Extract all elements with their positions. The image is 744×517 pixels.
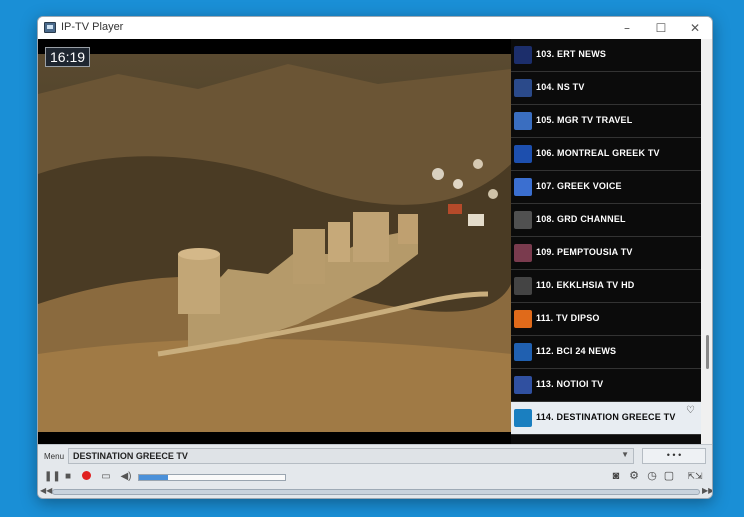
gear-icon[interactable]: ⚙ (627, 469, 641, 483)
channel-logo-icon (514, 376, 532, 394)
channel-list[interactable]: 103. ERT NEWS 104. NS TV 105. MGR TV TRA… (511, 39, 701, 444)
channel-label: 112. BCI 24 NEWS (536, 346, 617, 356)
channel-label: 106. MONTREAL GREEK TV (536, 148, 660, 158)
timer-icon[interactable]: ◷ (645, 469, 659, 483)
volume-slider[interactable] (138, 474, 286, 481)
title-bar[interactable]: IP-TV Player – ☐ ✕ (38, 17, 712, 39)
channel-logo-icon (514, 277, 532, 295)
video-player[interactable]: 16:19 (38, 39, 511, 444)
channel-item-selected[interactable]: 114. DESTINATION GREECE TV ♡ (511, 402, 701, 435)
channel-item[interactable]: 110. EKKLHSIA TV HD (511, 270, 701, 303)
volume-slider-fill (139, 475, 169, 480)
channel-item[interactable]: 103. ERT NEWS (511, 39, 701, 72)
channel-logo-icon (514, 409, 532, 427)
channel-item[interactable]: 113. NOTIOI TV (511, 369, 701, 402)
camera-icon[interactable]: ◙ (609, 469, 623, 483)
channel-item[interactable]: 104. NS TV (511, 72, 701, 105)
record-icon[interactable] (80, 471, 92, 483)
seek-bar[interactable] (52, 489, 700, 495)
channel-item[interactable]: 107. GREEK VOICE (511, 171, 701, 204)
channel-label: 103. ERT NEWS (536, 49, 607, 59)
channel-label: 110. EKKLHSIA TV HD (536, 280, 635, 290)
channel-item[interactable]: 105. MGR TV TRAVEL (511, 105, 701, 138)
pause-icon[interactable]: ❚❚ (44, 471, 61, 483)
channel-logo-icon (514, 310, 532, 328)
more-button[interactable]: • • • (642, 448, 706, 464)
channel-item[interactable]: 112. BCI 24 NEWS (511, 336, 701, 369)
channel-logo-icon (514, 46, 532, 64)
video-frame (38, 54, 511, 432)
seek-left-icon[interactable]: ◀◀ (40, 486, 52, 495)
close-button[interactable]: ✕ (678, 17, 712, 39)
channel-item[interactable]: 109. PEMPTOUSIA TV (511, 237, 701, 270)
channel-label: 111. TV DIPSO (536, 313, 600, 323)
selected-channel-value: DESTINATION GREECE TV (73, 451, 188, 461)
channel-item[interactable]: 111. TV DIPSO (511, 303, 701, 336)
chevron-down-icon: ▼ (621, 450, 629, 459)
menu-label[interactable]: Menu (44, 452, 64, 461)
channel-label: 113. NOTIOI TV (536, 379, 604, 389)
control-bar: Menu DESTINATION GREECE TV ▼ • • • ❚❚ ■ … (38, 444, 712, 498)
channel-logo-icon (514, 244, 532, 262)
scrollbar-thumb[interactable] (706, 335, 709, 369)
aspect-icon[interactable]: ▢ (662, 469, 676, 483)
seek-right-icon[interactable]: ▶▶ (702, 486, 712, 495)
window-title: IP-TV Player (61, 21, 124, 33)
favorite-heart-icon[interactable]: ♡ (686, 405, 695, 416)
channel-logo-icon (514, 343, 532, 361)
channel-label: 108. GRD CHANNEL (536, 214, 626, 224)
channel-label: 114. DESTINATION GREECE TV (536, 412, 676, 422)
clock-display: 16:19 (45, 47, 91, 67)
minimize-button[interactable]: – (610, 17, 644, 39)
channel-label: 104. NS TV (536, 82, 585, 92)
tv-app-icon (44, 22, 56, 33)
volume-icon[interactable]: ◀) (120, 471, 132, 483)
channel-dropdown[interactable]: DESTINATION GREECE TV ▼ (68, 448, 634, 464)
channel-logo-icon (514, 112, 532, 130)
stop-icon[interactable]: ■ (62, 471, 74, 483)
channel-label: 105. MGR TV TRAVEL (536, 115, 633, 125)
channel-logo-icon (514, 145, 532, 163)
channel-logo-icon (514, 178, 532, 196)
channel-logo-icon (514, 211, 532, 229)
app-window: IP-TV Player – ☐ ✕ 16:19 103. ERT NEWS 1… (37, 16, 713, 499)
channel-label: 107. GREEK VOICE (536, 181, 622, 191)
channel-label: 109. PEMPTOUSIA TV (536, 247, 633, 257)
open-folder-icon[interactable]: ▭ (100, 471, 112, 483)
fullscreen-icon[interactable]: ⇱⇲ (682, 469, 708, 483)
channel-logo-icon (514, 79, 532, 97)
channel-scrollbar[interactable] (701, 39, 712, 444)
channel-item[interactable]: 106. MONTREAL GREEK TV (511, 138, 701, 171)
maximize-button[interactable]: ☐ (644, 17, 678, 39)
channel-item[interactable]: 108. GRD CHANNEL (511, 204, 701, 237)
